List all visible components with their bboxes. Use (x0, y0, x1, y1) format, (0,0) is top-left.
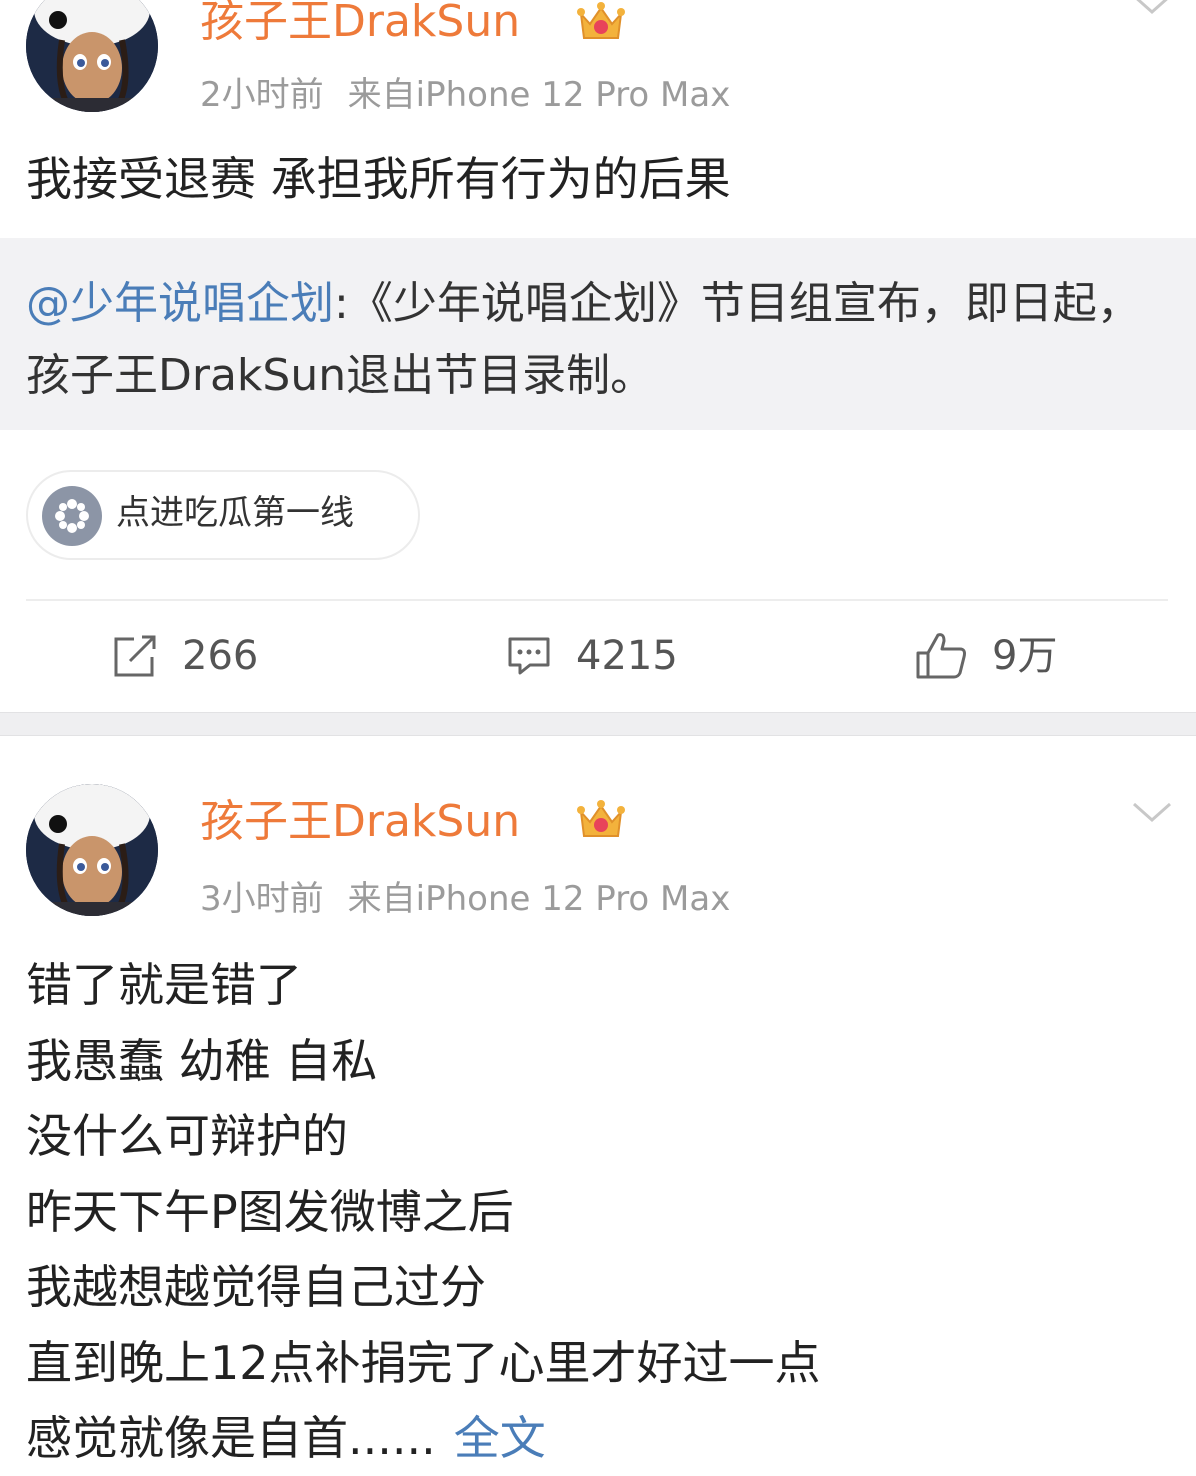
divider (26, 599, 1168, 601)
repost-icon (114, 635, 156, 677)
like-icon (916, 633, 966, 679)
full-text-link[interactable]: 全文 (454, 1411, 546, 1465)
weibo-post-1: 孩子王DrakSun 2小时前 来自iPhone 12 Pro Max 我接受退赛… (0, 0, 1196, 712)
post-line: 昨天下午P图发微博之后 (26, 1184, 514, 1239)
feed-separator (0, 712, 1196, 736)
avatar[interactable] (26, 784, 158, 916)
repost-mention[interactable]: @少年说唱企划 (26, 278, 334, 329)
comment-count: 4215 (576, 633, 678, 679)
like-button[interactable]: 9万 (914, 628, 1057, 684)
post-line: 感觉就像是自首...... (26, 1411, 436, 1465)
post-line: 没什么可辩护的 (26, 1109, 348, 1163)
username[interactable]: 孩子王DrakSun (200, 800, 520, 844)
post-line: 我愚蠢 幼稚 自私 (26, 1033, 378, 1088)
comment-icon (508, 637, 550, 675)
chevron-down-icon[interactable] (1130, 800, 1174, 826)
topic-icon (42, 486, 102, 546)
post-line: 我越想越觉得自己过分 (26, 1260, 486, 1314)
like-count: 9万 (992, 633, 1058, 679)
avatar[interactable] (26, 0, 158, 112)
post-time: 2小时前 (200, 75, 324, 115)
post-meta: 2小时前 来自iPhone 12 Pro Max (200, 78, 730, 112)
username[interactable]: 孩子王DrakSun (200, 0, 520, 44)
post-source: 来自iPhone 12 Pro Max (347, 879, 731, 919)
post-text: 我接受退赛 承担我所有行为的后果 (26, 152, 731, 206)
repost-block[interactable]: @少年说唱企划:《少年说唱企划》节目组宣布，即日起，孩子王DrakSun退出节目… (0, 238, 1196, 430)
post-line: 错了就是错了 (26, 958, 302, 1012)
topic-label: 点进吃瓜第一线 (116, 493, 354, 533)
topic-button[interactable]: 点进吃瓜第一线 (26, 470, 420, 560)
post-source: 来自iPhone 12 Pro Max (347, 75, 731, 115)
chevron-down-icon[interactable] (1130, 0, 1174, 18)
post-meta: 3小时前 来自iPhone 12 Pro Max (200, 882, 730, 916)
crown-badge-icon (577, 800, 625, 837)
post-time: 3小时前 (200, 879, 324, 919)
post-body: 错了就是错了 我愚蠢 幼稚 自私 没什么可辩护的 昨天下午P图发微博之后 我越想… (26, 948, 821, 1476)
post-line-last: 感觉就像是自首...... 全文 (26, 1401, 821, 1476)
comment-button[interactable]: 4215 (506, 628, 678, 684)
post-line: 直到晚上12点补捐完了心里才好过一点 (26, 1335, 821, 1390)
crown-badge-icon (577, 2, 625, 39)
repost-button[interactable]: 266 (112, 628, 258, 684)
repost-text: @少年说唱企划:《少年说唱企划》节目组宣布，即日起，孩子王DrakSun退出节目… (26, 268, 1176, 412)
repost-count: 266 (182, 633, 259, 679)
weibo-post-2: 孩子王DrakSun 3小时前 来自iPhone 12 Pro Max 错了就是错… (0, 736, 1196, 1476)
